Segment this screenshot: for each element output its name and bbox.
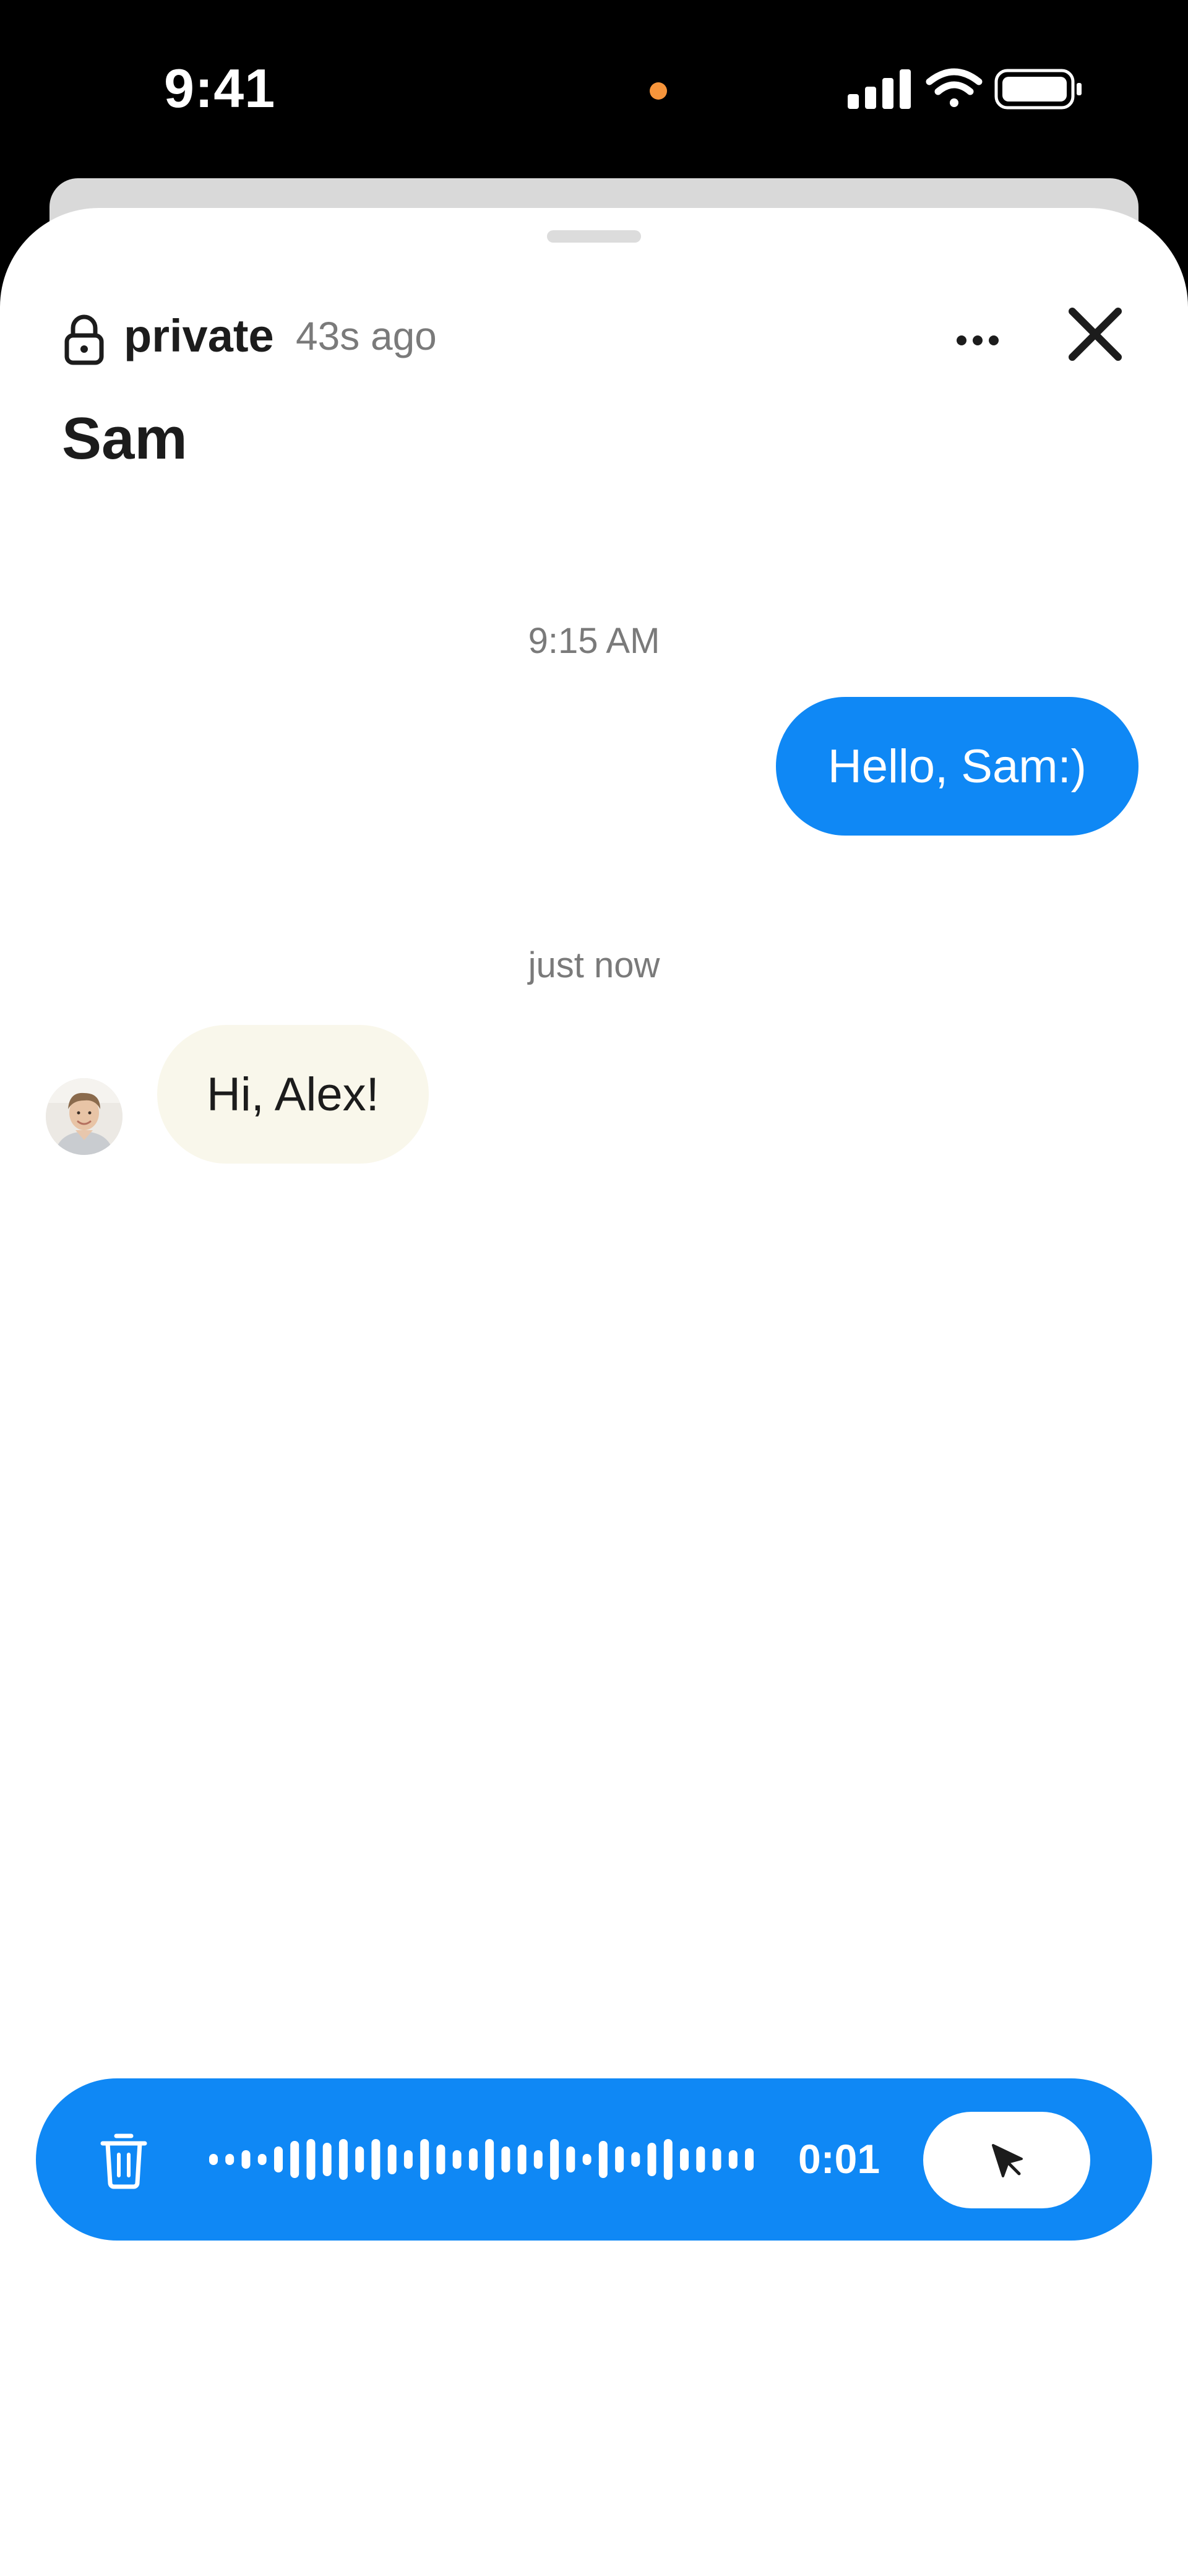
waveform-bar <box>371 2139 381 2180</box>
incoming-message-bubble[interactable]: Hi, Alex! <box>157 1025 429 1164</box>
trash-icon <box>100 2133 147 2189</box>
status-bar: 9:41 <box>0 0 1188 179</box>
waveform-bar <box>420 2139 429 2180</box>
recording-duration: 0:01 <box>798 2136 880 2182</box>
close-button[interactable] <box>1058 297 1132 371</box>
waveform-bar <box>290 2141 299 2178</box>
waveform-bar <box>322 2143 332 2176</box>
avatar-image <box>46 1078 123 1155</box>
waveform-bar <box>712 2148 721 2171</box>
waveform-bar <box>225 2154 235 2165</box>
waveform-bar <box>582 2154 592 2165</box>
waveform-bar <box>696 2146 705 2172</box>
voice-recorder-bar: 0:01 <box>36 2078 1152 2241</box>
waveform-bar <box>403 2150 413 2169</box>
waveform-bar <box>338 2139 348 2180</box>
audio-waveform[interactable] <box>209 2122 754 2197</box>
waveform-bar <box>501 2146 510 2172</box>
message-timestamp: 9:15 AM <box>528 621 660 661</box>
sheet-grabber[interactable] <box>547 230 641 243</box>
waveform-bar <box>306 2139 316 2180</box>
waveform-bar <box>680 2148 689 2171</box>
avatar[interactable] <box>46 1078 123 1155</box>
waveform-bar <box>631 2152 640 2167</box>
waveform-bar <box>355 2146 364 2172</box>
waveform-bar <box>452 2150 462 2169</box>
last-seen-label: 43s ago <box>296 314 437 358</box>
privacy-label: private <box>124 310 274 361</box>
waveform-bar <box>533 2150 543 2169</box>
waveform-bar <box>647 2143 656 2176</box>
lock-icon <box>64 314 104 365</box>
battery-icon <box>994 69 1082 110</box>
wifi-icon <box>926 68 983 107</box>
close-icon <box>1069 308 1122 361</box>
delete-recording-button[interactable] <box>87 2122 161 2197</box>
waveform-bar <box>274 2146 283 2172</box>
waveform-bar <box>387 2145 397 2174</box>
chat-header: private 43s ago <box>62 307 1151 381</box>
waveform-bar <box>598 2141 608 2178</box>
message-timestamp: just now <box>528 945 660 985</box>
send-icon <box>992 2144 1023 2177</box>
waveform-bar <box>615 2146 624 2172</box>
ellipsis-icon <box>957 335 999 345</box>
waveform-bar <box>209 2154 218 2165</box>
status-time: 9:41 <box>164 58 276 119</box>
waveform-bar <box>468 2148 478 2171</box>
more-options-button[interactable] <box>940 303 1015 378</box>
waveform-bar <box>566 2146 575 2172</box>
waveform-bar <box>517 2145 527 2174</box>
waveform-bar <box>745 2148 754 2171</box>
recording-indicator-dot <box>650 82 667 100</box>
chat-title: Sam <box>62 405 187 472</box>
outgoing-message-bubble[interactable]: Hello, Sam:) <box>775 697 1138 836</box>
waveform-bar <box>241 2150 251 2169</box>
waveform-bar <box>728 2150 738 2169</box>
status-icons <box>848 68 1082 110</box>
waveform-bar <box>257 2154 267 2165</box>
cellular-signal-icon <box>848 69 911 109</box>
waveform-bar <box>436 2145 446 2174</box>
waveform-bar <box>663 2139 673 2180</box>
waveform-bar <box>550 2139 559 2180</box>
send-voice-button[interactable] <box>923 2112 1090 2208</box>
waveform-bar <box>485 2139 494 2180</box>
